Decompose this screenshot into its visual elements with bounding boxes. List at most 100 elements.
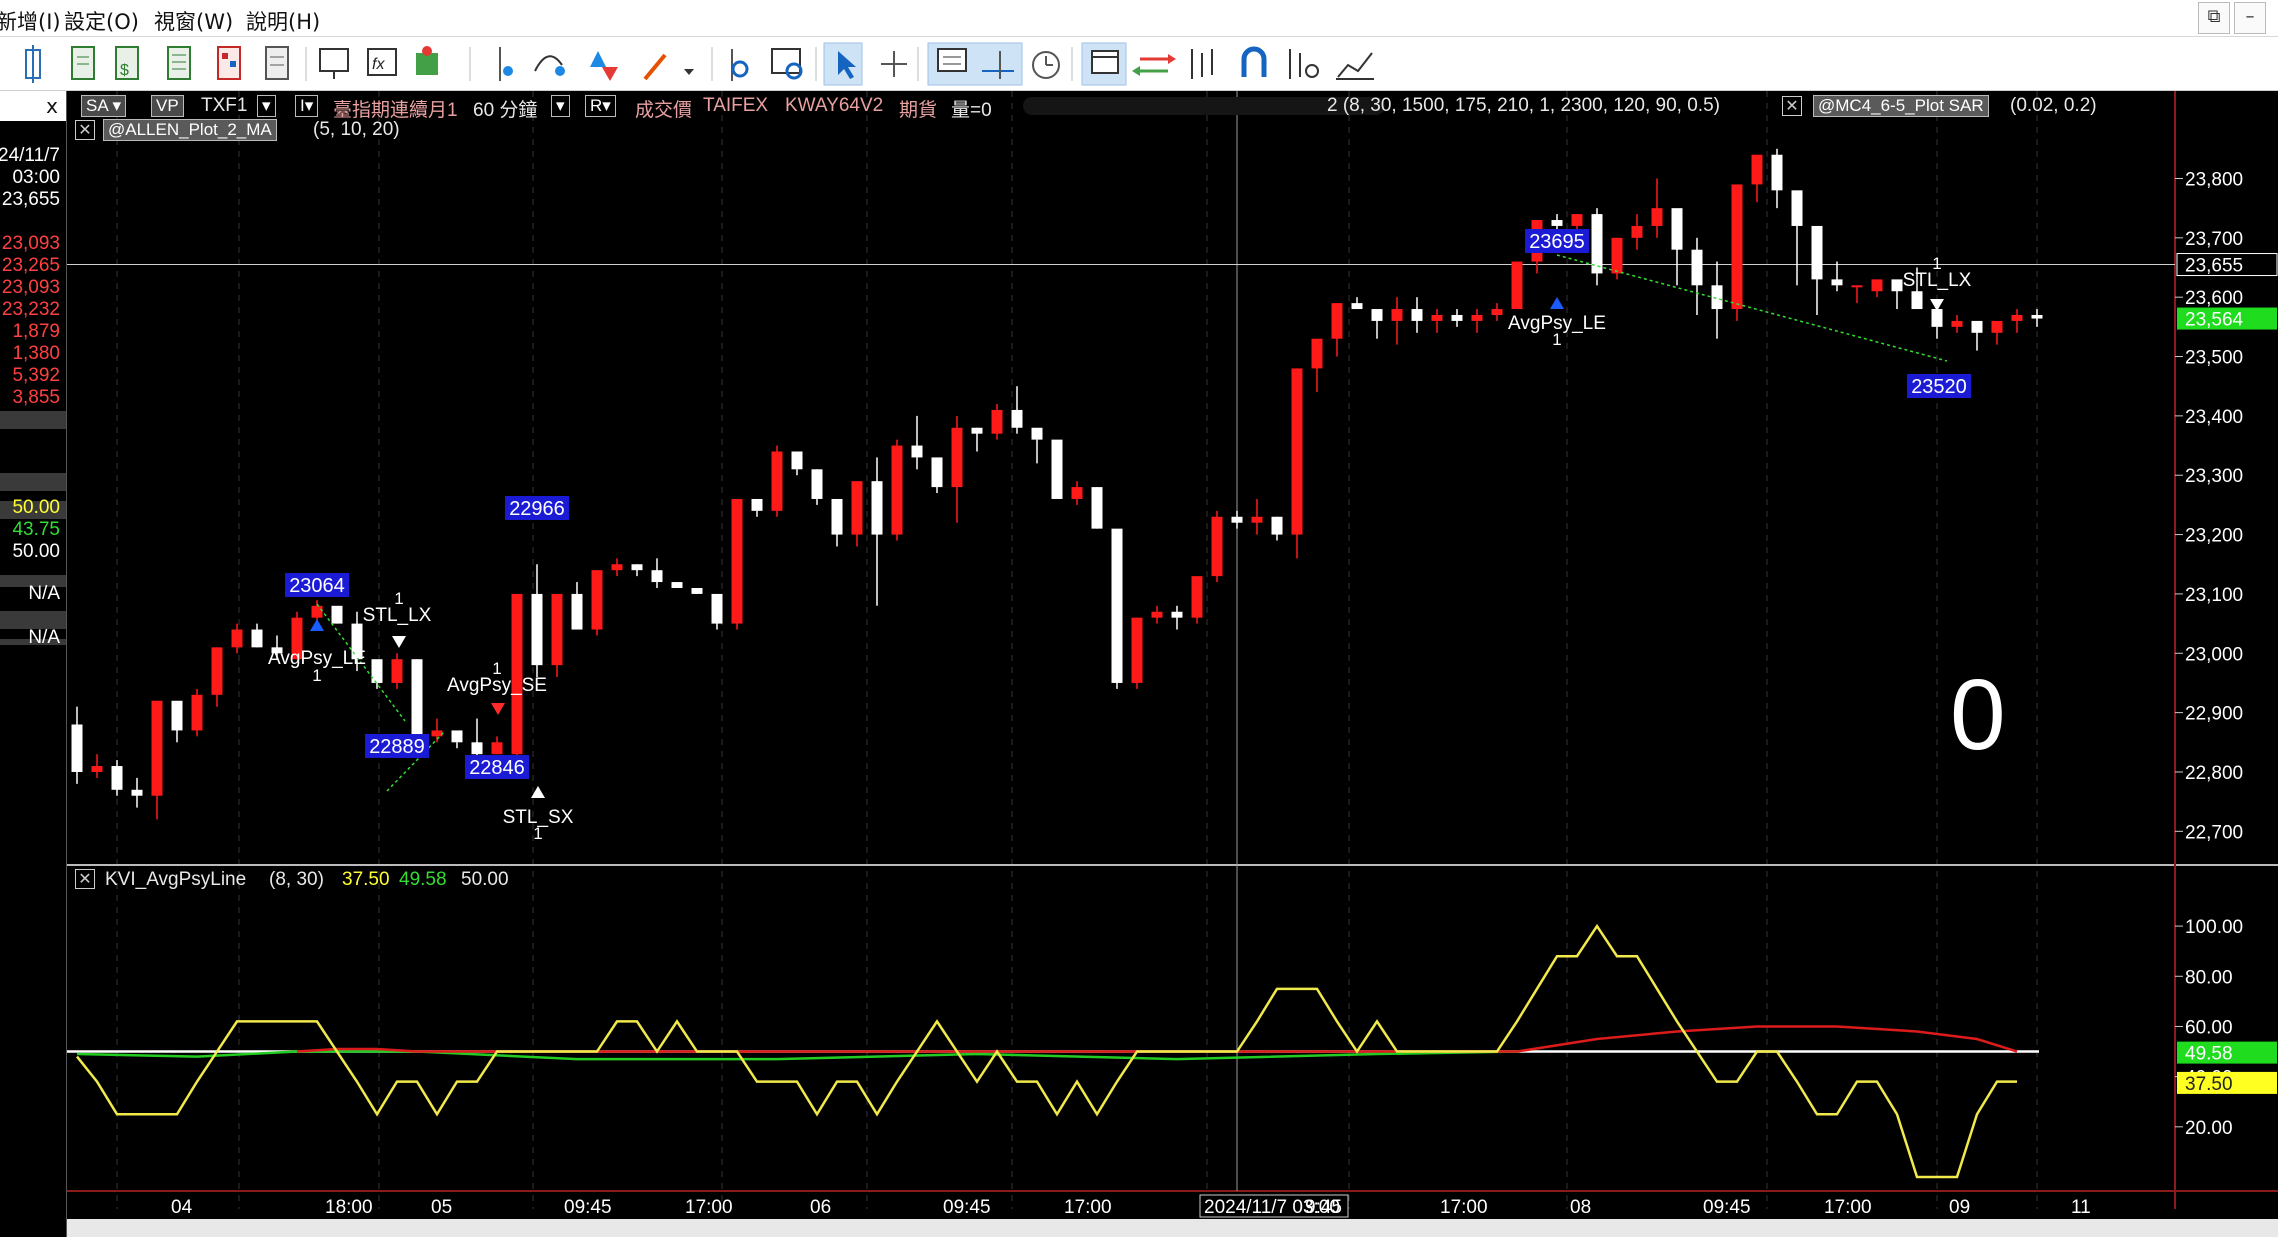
insert-bar-icon — [499, 47, 513, 81]
time-tick-label: 17:00 — [1824, 1197, 1872, 1218]
candle-body — [1171, 611, 1183, 618]
bar-chart-icon — [25, 45, 41, 83]
ma-params: (5, 10, 20) — [313, 119, 400, 140]
toolbar-icons: $ fx — [25, 42, 1374, 86]
crosshair-icon — [881, 51, 907, 77]
candle-body — [1131, 617, 1143, 683]
candle-body — [1791, 190, 1803, 226]
trade-qty: 1 — [533, 824, 542, 843]
candle-body — [551, 593, 563, 666]
menu-bar: 新增(I) 設定(O) 視窗(W) 說明(H) ⧉ – — [0, 0, 2278, 37]
feed-label: KWAY64V2 — [785, 95, 884, 116]
candle-body — [411, 659, 423, 737]
close-icon[interactable]: ✕ — [75, 869, 95, 889]
trade-price-label: 22889 — [369, 736, 425, 758]
na-value: N/A — [28, 583, 60, 604]
close-icon[interactable]: ✕ — [1782, 96, 1802, 116]
chart-window: 23064 AvgPsy_LE 1 1 STL_LX 22889 22966 1 AvgPsy_… — [67, 91, 2278, 1237]
close-icon[interactable]: x — [46, 94, 58, 118]
menu-settings[interactable]: 設定(O) — [64, 6, 139, 36]
candle-body — [631, 564, 643, 571]
candle-body — [831, 498, 843, 535]
candle-body — [131, 789, 143, 796]
candle-body — [1891, 279, 1903, 292]
minimize-window-icon[interactable]: – — [2234, 2, 2266, 34]
ohlc-value: 3,855 — [12, 387, 60, 408]
candle-body — [1231, 516, 1243, 523]
time-tick-label: 09:45 — [943, 1197, 991, 1218]
candle-body — [1451, 314, 1463, 321]
time-tick-label: 08 — [1570, 1197, 1591, 1218]
r-dropdown[interactable]: R▾ — [585, 95, 616, 117]
indicator-tick-label: 60.00 — [2185, 1017, 2233, 1038]
candle-body — [1391, 309, 1403, 321]
restore-window-icon[interactable]: ⧉ — [2198, 2, 2230, 34]
candle-body — [331, 605, 343, 624]
time-tick-label: 04 — [171, 1197, 193, 1218]
symbol-dropdown[interactable]: ▾ — [257, 95, 276, 117]
horizontal-scrollbar[interactable] — [67, 1219, 2278, 1237]
candle-body — [1511, 261, 1523, 310]
candle-body — [491, 742, 503, 755]
candle-body — [311, 605, 323, 618]
market-label: 期貨 — [899, 100, 938, 121]
swap-arrows-icon — [1132, 54, 1176, 76]
price-tick-label: 23,700 — [2185, 229, 2243, 250]
clock-icon — [1032, 51, 1060, 79]
close-icon[interactable]: ✕ — [75, 120, 95, 140]
menu-new[interactable]: 新增(I) — [0, 6, 61, 36]
candle-body — [211, 647, 223, 695]
candle-body — [1831, 279, 1843, 286]
time-tick-label: 09:45 — [564, 1197, 612, 1218]
interval-dropdown[interactable]: I▾ — [295, 95, 319, 117]
menu-help[interactable]: 說明(H) — [246, 6, 320, 36]
menu-window[interactable]: 視窗(W) — [154, 6, 233, 36]
candle-body — [1731, 184, 1743, 310]
candle-body — [2011, 314, 2023, 321]
candle-body — [731, 498, 743, 624]
svg-text:$: $ — [120, 62, 129, 79]
candle-body — [1851, 285, 1863, 288]
candle-body — [1971, 320, 1983, 333]
cursor-price-label: 23,655 — [2185, 256, 2243, 277]
chart-canvas[interactable]: 23064AvgPsy_LE11STL_LX22889229661AvgPsy_… — [67, 91, 2278, 1219]
candle-body — [951, 427, 963, 488]
candle-body — [1471, 314, 1483, 321]
vp-button[interactable]: VP — [151, 95, 184, 117]
candle-body — [1491, 309, 1503, 315]
candle-body — [1331, 303, 1343, 339]
candle-body — [1051, 439, 1063, 499]
time-tick-label: 06 — [810, 1197, 831, 1218]
trade-arrow — [392, 636, 406, 648]
candle-body — [1551, 220, 1563, 226]
time-tick-label: 17:00 — [1440, 1197, 1488, 1218]
sa-button[interactable]: SA ▾ — [81, 95, 127, 117]
indicator-green-label: 49.58 — [2185, 1044, 2233, 1065]
candle-body — [1711, 285, 1723, 310]
trade-link-line — [1556, 254, 1948, 362]
ma-indicator-label[interactable]: @ALLEN_Plot_2_MA — [103, 119, 277, 141]
candle-body — [431, 730, 443, 737]
trade-signal-label: STL_LX — [1903, 270, 1972, 291]
price-tick-label: 23,800 — [2185, 169, 2243, 190]
exchange-label: TAIFEX — [703, 95, 769, 116]
time-tick-label: 09 — [1949, 1197, 1970, 1218]
magnet-icon — [1241, 46, 1267, 77]
sar-indicator-label[interactable]: @MC4_6-5_Plot SAR — [1813, 95, 1989, 117]
candle-body — [531, 593, 543, 666]
indicator-value-yellow: 37.50 — [342, 869, 390, 890]
candle-body — [1071, 487, 1083, 499]
pen-tool-icon — [643, 53, 694, 81]
settings-bars-icon — [731, 49, 749, 81]
list-doc-icon — [167, 46, 191, 80]
candle-body — [871, 481, 883, 535]
symbol-label: TXF1 — [201, 95, 248, 116]
indicator-params: (8, 30) — [269, 869, 324, 890]
time-tick-label: 9:45 — [1305, 1197, 1342, 1218]
period-dropdown[interactable]: ▾ — [551, 95, 570, 117]
panel-icon — [1091, 50, 1119, 74]
na-value: N/A — [28, 627, 60, 648]
doc-chart-icon — [71, 46, 95, 80]
candle-body — [971, 427, 983, 434]
trade-arrow — [491, 703, 505, 715]
